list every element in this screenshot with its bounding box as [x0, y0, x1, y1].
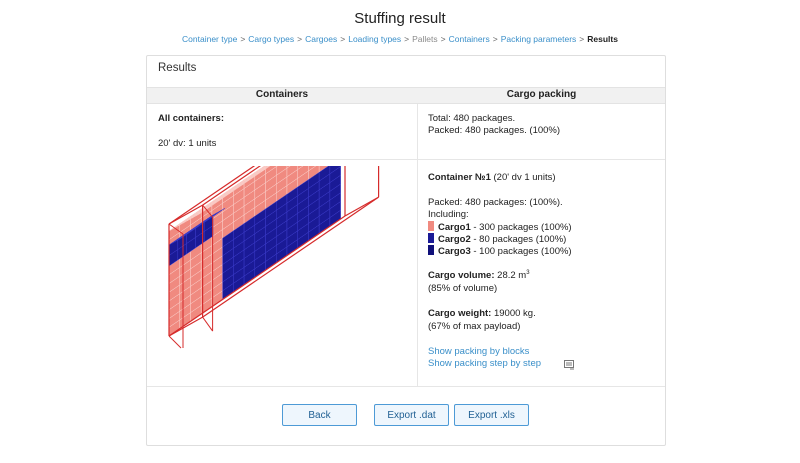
- container-edge: [168, 335, 182, 349]
- cargo-volume: Cargo volume: 28.2 m3: [428, 270, 530, 282]
- cargo1-swatch: [428, 221, 434, 231]
- breadcrumb-containers[interactable]: Containers: [449, 34, 490, 44]
- container-edge: [202, 316, 214, 332]
- breadcrumb-packing-parameters[interactable]: Packing parameters: [501, 34, 577, 44]
- breadcrumb-separator: >: [340, 34, 346, 44]
- list-icon[interactable]: [564, 360, 575, 370]
- cargo-row-1: Cargo1 - 300 packages (100%): [428, 221, 572, 233]
- card-title: Results: [158, 62, 197, 74]
- breadcrumb-separator: >: [404, 34, 410, 44]
- breadcrumb-separator: >: [440, 34, 446, 44]
- breadcrumb-results: Results: [587, 34, 618, 44]
- row-divider: [147, 159, 665, 160]
- all-containers-label: All containers:: [158, 113, 224, 124]
- breadcrumb-separator: >: [240, 34, 246, 44]
- table-header: Containers Cargo packing: [147, 87, 665, 104]
- breadcrumb-container-type[interactable]: Container type: [182, 34, 237, 44]
- row-divider: [147, 386, 665, 387]
- container-edge: [344, 196, 379, 217]
- breadcrumb-separator: >: [492, 34, 498, 44]
- breadcrumb: Container type > Cargo types > Cargoes > Loadi…: [0, 34, 800, 44]
- including-label: Including:: [428, 209, 469, 220]
- breadcrumb-cargo-types[interactable]: Cargo types: [248, 34, 294, 44]
- page-title: Stuffing result: [354, 10, 446, 27]
- breadcrumb-pallets: Pallets: [412, 34, 438, 44]
- container-count: 20' dv: 1 units: [158, 138, 217, 149]
- back-button[interactable]: Back: [282, 404, 357, 426]
- cargo-row-2: Cargo2 - 80 packages (100%): [428, 233, 566, 245]
- container-title: Container №1 (20' dv 1 units): [428, 172, 556, 183]
- column-divider: [417, 104, 418, 386]
- header-cargo-packing: Cargo packing: [506, 89, 577, 100]
- volume-percent: (85% of volume): [428, 283, 498, 294]
- container-3d-view: [168, 166, 380, 349]
- export-dat-button[interactable]: Export .dat: [374, 404, 449, 426]
- weight-percent: (67% of max payload): [428, 321, 521, 332]
- export-xls-button[interactable]: Export .xls: [454, 404, 529, 426]
- results-card: Results Containers Cargo packing All con…: [146, 55, 666, 446]
- cargo2-swatch: [428, 233, 434, 243]
- show-packing-step-by-step-link[interactable]: Show packing step by step: [428, 358, 541, 369]
- total-packages: Total: 480 packages.: [428, 113, 516, 124]
- cargo3-swatch: [428, 245, 434, 255]
- header-containers: Containers: [255, 89, 309, 100]
- breadcrumb-separator: >: [297, 34, 303, 44]
- container-packed: Packed: 480 packages: (100%).: [428, 197, 563, 208]
- cargo-weight: Cargo weight: 19000 kg.: [428, 308, 536, 319]
- show-packing-by-blocks-link[interactable]: Show packing by blocks: [428, 346, 529, 357]
- packed-packages: Packed: 480 packages. (100%): [428, 125, 561, 136]
- breadcrumb-cargoes[interactable]: Cargoes: [305, 34, 337, 44]
- cargo-row-3: Cargo3 - 100 packages (100%): [428, 245, 572, 257]
- breadcrumb-separator: >: [579, 34, 585, 44]
- breadcrumb-loading-types[interactable]: Loading types: [348, 34, 401, 44]
